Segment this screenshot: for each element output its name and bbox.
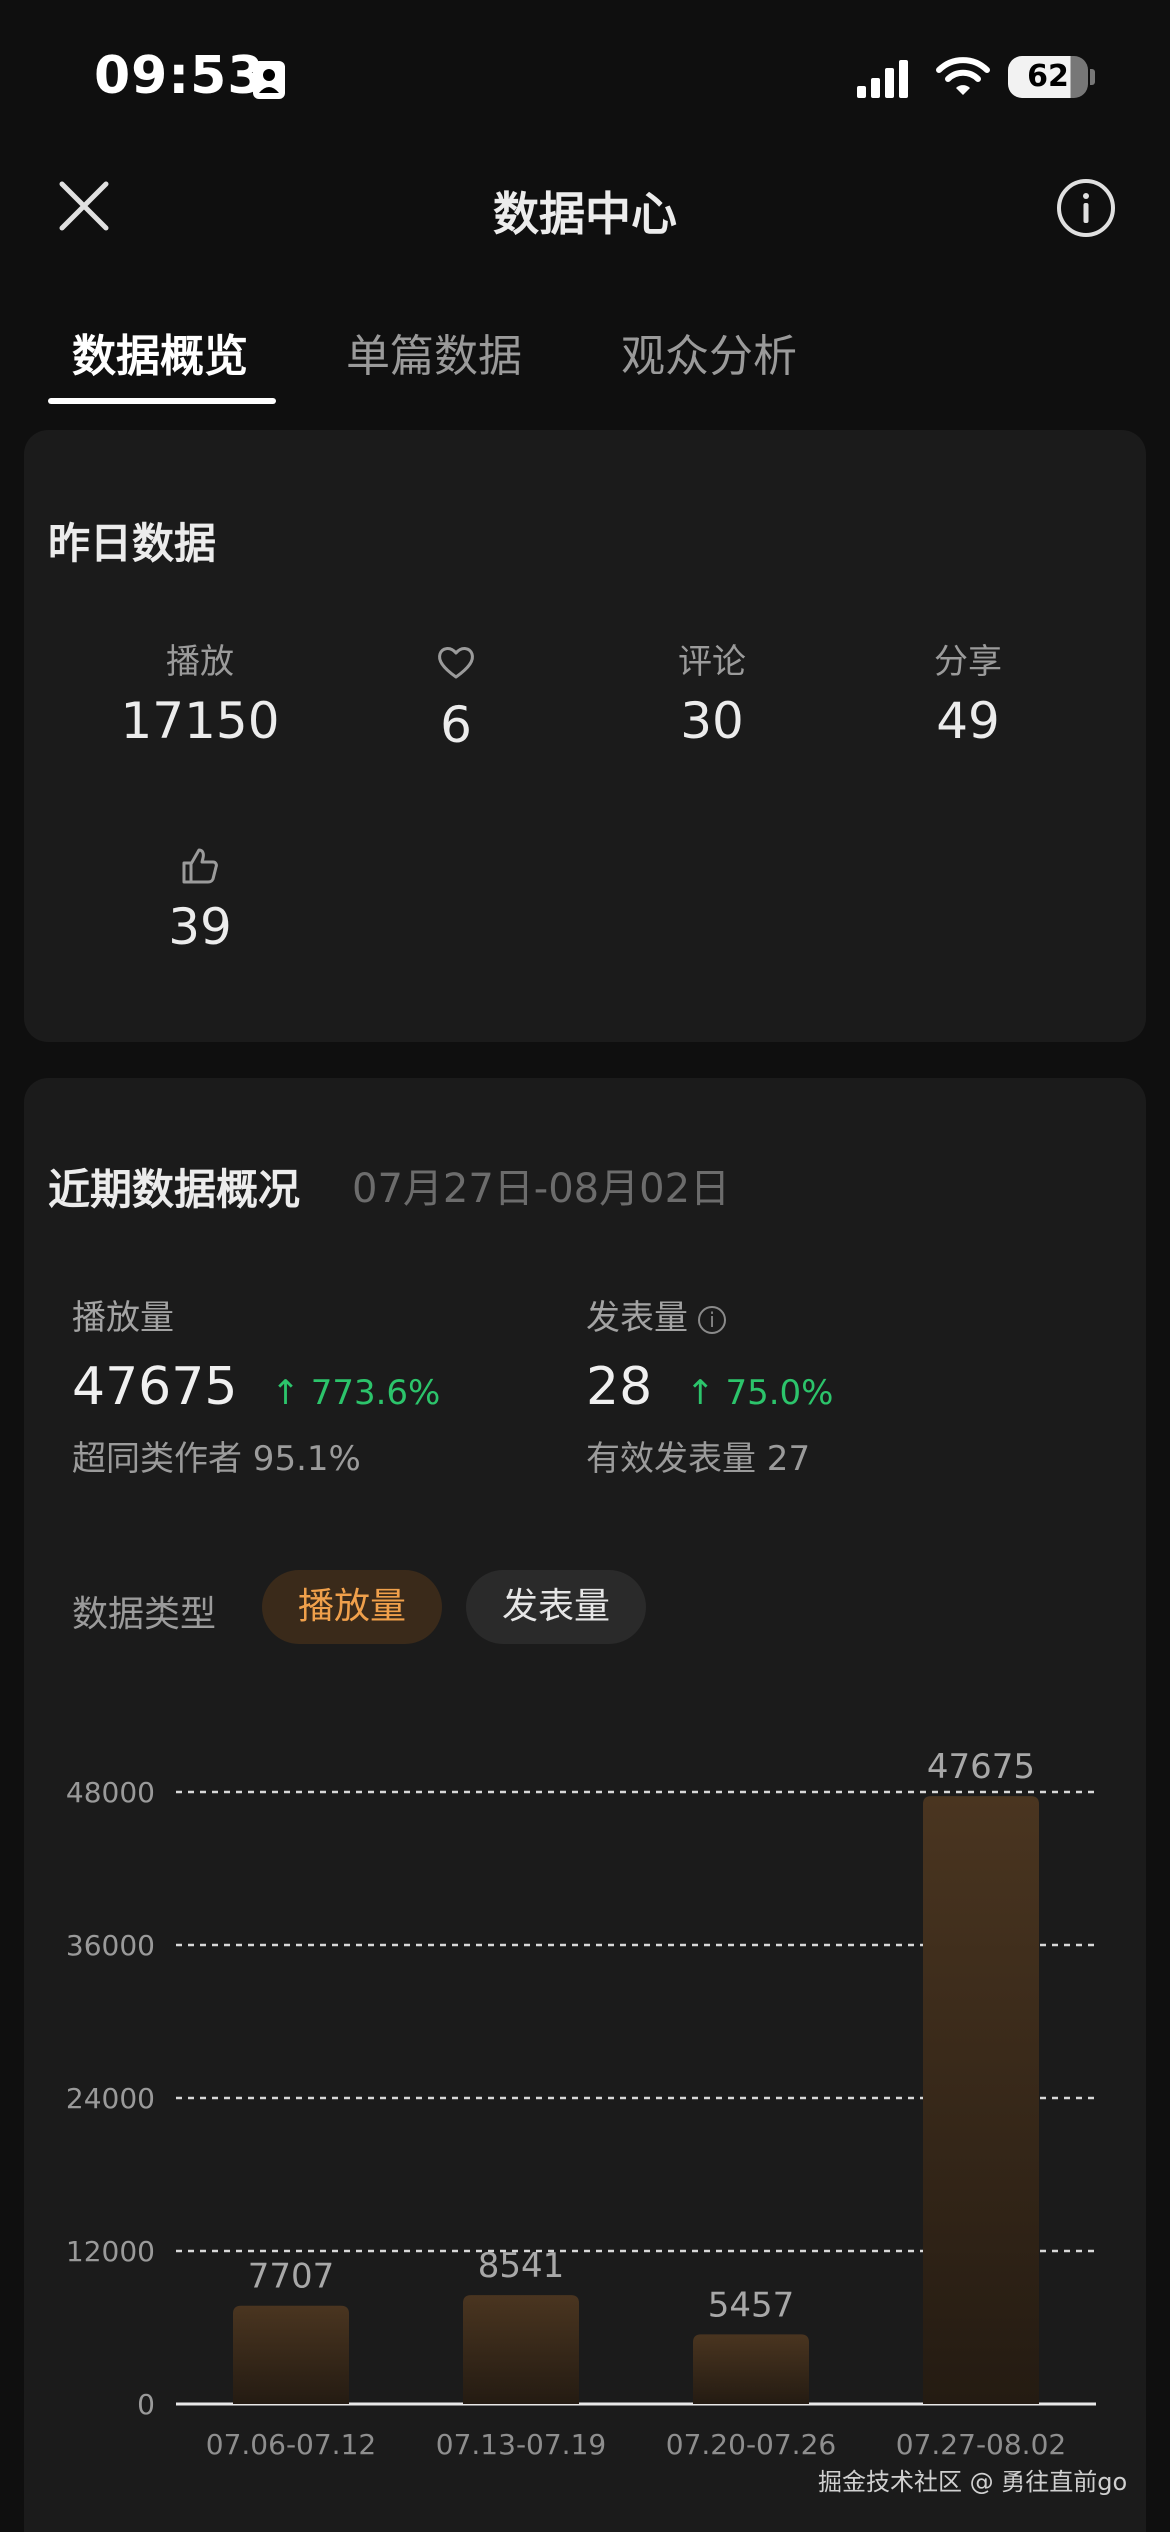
metric-value: 17150 bbox=[120, 692, 280, 750]
plays-label: 播放量 bbox=[72, 1298, 174, 1338]
y-tick-label: 12000 bbox=[66, 2235, 155, 2268]
chip-posts[interactable]: 发表量 bbox=[466, 1570, 646, 1644]
y-tick-label: 48000 bbox=[66, 1776, 155, 1809]
status-bar: 09:53 62 bbox=[0, 0, 1170, 150]
bar-value-label: 8541 bbox=[478, 2246, 565, 2286]
heart-icon bbox=[438, 647, 474, 679]
chip-plays[interactable]: 播放量 bbox=[262, 1570, 442, 1644]
cellular-signal-icon bbox=[857, 60, 908, 98]
tab-bar: 数据概览 单篇数据 观众分析 bbox=[0, 320, 1170, 410]
data-center-screen: 09:53 62 数据中心 数据概览 单篇数据 观众分析 昨日数据 播放 171… bbox=[0, 0, 1170, 2532]
x-tick-label: 07.06-07.12 bbox=[206, 2428, 376, 2461]
posts-value: 28 bbox=[586, 1357, 653, 1417]
battery-indicator: 62 bbox=[1008, 56, 1088, 98]
x-tick-label: 07.13-07.19 bbox=[436, 2428, 606, 2461]
metric-comments[interactable]: 评论 30 bbox=[592, 640, 832, 750]
x-tick-label: 07.27-08.02 bbox=[896, 2428, 1066, 2461]
bar-2[interactable] bbox=[693, 2334, 809, 2404]
metric-label: 分享 bbox=[934, 642, 1002, 682]
tab-indicator bbox=[48, 398, 276, 404]
plays-stat: 播放量 47675 ↑ 773.6% 超同类作者 95.1% bbox=[72, 1290, 440, 1480]
data-type-label: 数据类型 bbox=[72, 1594, 217, 1635]
posts-label: 发表量 bbox=[586, 1298, 688, 1338]
metric-likes[interactable]: 6 bbox=[336, 640, 576, 754]
metric-label bbox=[336, 644, 576, 688]
bar-value-label: 5457 bbox=[708, 2285, 795, 2325]
page-title: 数据中心 bbox=[493, 187, 677, 241]
recent-title: 近期数据概况 bbox=[48, 1165, 301, 1214]
tab-audience[interactable]: 观众分析 bbox=[621, 320, 797, 384]
date-range: 07月27日-08月02日 bbox=[352, 1166, 731, 1212]
bar-value-label: 7707 bbox=[248, 2257, 335, 2297]
posts-stat: 发表量 i 28 ↑ 75.0% 有效发表量 27 bbox=[586, 1290, 833, 1480]
metric-thumbs-up[interactable]: 39 bbox=[80, 842, 320, 956]
x-tick-label: 07.20-07.26 bbox=[666, 2428, 836, 2461]
metric-label: 评论 bbox=[678, 642, 746, 682]
battery-tip bbox=[1090, 69, 1095, 85]
status-time: 09:53 bbox=[94, 46, 265, 106]
metric-plays[interactable]: 播放 17150 bbox=[80, 640, 320, 750]
y-tick-label: 36000 bbox=[66, 1929, 155, 1962]
bar-3[interactable] bbox=[923, 1796, 1039, 2404]
wifi-icon bbox=[936, 57, 990, 95]
metric-value: 6 bbox=[440, 696, 472, 754]
plays-change: ↑ 773.6% bbox=[271, 1373, 441, 1413]
yesterday-title: 昨日数据 bbox=[48, 519, 217, 568]
tab-overview[interactable]: 数据概览 bbox=[72, 320, 248, 384]
contact-card-icon bbox=[253, 61, 285, 99]
thumbs-up-icon bbox=[182, 848, 218, 884]
plays-percentile: 超同类作者 95.1% bbox=[72, 1439, 361, 1479]
plays-value: 47675 bbox=[72, 1357, 238, 1417]
bar-0[interactable] bbox=[233, 2305, 349, 2404]
metric-value: 39 bbox=[168, 898, 232, 956]
info-icon[interactable] bbox=[1056, 178, 1116, 238]
info-icon[interactable]: i bbox=[698, 1305, 726, 1334]
metric-value: 49 bbox=[936, 692, 1000, 750]
metric-label bbox=[80, 846, 320, 890]
y-tick-label: 24000 bbox=[66, 2082, 155, 2115]
metric-label: 播放 bbox=[166, 642, 234, 682]
y-tick-label: 0 bbox=[137, 2388, 155, 2421]
plays-bar-chart: 0 12000 24000 36000 48000 7707 07.06-07.12 8541… bbox=[66, 1747, 1096, 2461]
watermark: 掘金技术社区 @ 勇往直前go bbox=[818, 2468, 1128, 2496]
metric-value: 30 bbox=[680, 692, 744, 750]
bar-1[interactable] bbox=[463, 2295, 579, 2404]
metric-shares[interactable]: 分享 49 bbox=[848, 640, 1088, 750]
posts-change: ↑ 75.0% bbox=[686, 1373, 834, 1413]
valid-posts: 有效发表量 27 bbox=[586, 1439, 811, 1479]
tab-single-post[interactable]: 单篇数据 bbox=[346, 320, 522, 384]
bar-value-label: 47675 bbox=[927, 1747, 1035, 1787]
